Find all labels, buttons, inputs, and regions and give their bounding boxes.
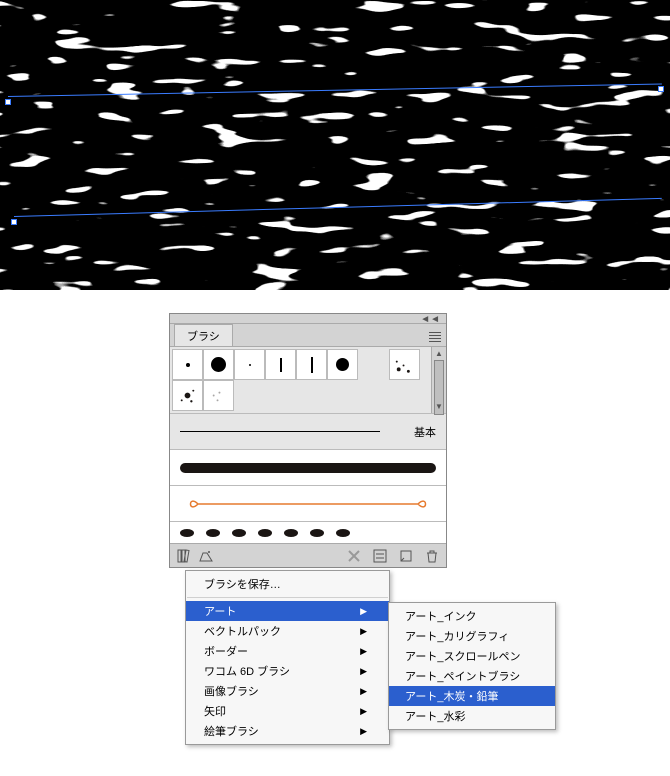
- menu-border-label: ボーダー: [204, 643, 248, 659]
- submenu-art-scrollpen-label: アート_スクロールペン: [405, 648, 520, 664]
- menu-vector-pack[interactable]: ベクトルパック ▶: [186, 621, 389, 641]
- basic-stroke-label: 基本: [414, 424, 436, 440]
- menu-wacom-6d[interactable]: ワコム 6D ブラシ ▶: [186, 661, 389, 681]
- submenu-arrow-icon: ▶: [360, 726, 367, 737]
- menu-save-brushes-label: ブラシを保存…: [204, 576, 281, 592]
- art-submenu: アート_インク アート_カリグラフィ アート_スクロールペン アート_ペイントブ…: [388, 602, 556, 730]
- menu-separator: [187, 597, 388, 598]
- panel-footer: [170, 543, 446, 567]
- menu-vector-pack-label: ベクトルパック: [204, 623, 281, 639]
- brush-library-menu: ブラシを保存… アート▶ ベクトルパック▶ ボーダー▶ ワコム 6D ブラシ▶ …: [185, 570, 390, 745]
- panel-tabs: ブラシ: [170, 324, 446, 346]
- ornament-stroke-icon: [180, 494, 436, 514]
- canvas[interactable]: [0, 0, 670, 290]
- library-menu-icon[interactable]: [198, 548, 214, 564]
- delete-brush-icon[interactable]: [424, 548, 440, 564]
- selection-handle-1a[interactable]: [5, 99, 11, 105]
- brush-libraries-icon[interactable]: [176, 548, 192, 564]
- submenu-art-charcoal-pencil[interactable]: アート_木炭・鉛筆: [389, 686, 555, 706]
- stroke-options-icon[interactable]: [372, 548, 388, 564]
- menu-art[interactable]: アート ▶: [186, 601, 389, 621]
- brush-swatch-dot-small[interactable]: [172, 349, 203, 380]
- stroke-dots[interactable]: [170, 521, 446, 543]
- stroke-ornament[interactable]: [170, 485, 446, 521]
- brush-swatches: [170, 347, 431, 413]
- submenu-art-watercolor-label: アート_水彩: [405, 708, 465, 724]
- panel-collapse-bar[interactable]: ◄◄: [170, 314, 446, 324]
- menu-arrow-label: 矢印: [204, 703, 226, 719]
- new-brush-icon[interactable]: [398, 548, 414, 564]
- submenu-art-paintbrush-label: アート_ペイントブラシ: [405, 668, 520, 684]
- brush-swatch-disc[interactable]: [327, 349, 358, 380]
- brush-swatch-splatter-1[interactable]: [389, 349, 420, 380]
- menu-save-brushes[interactable]: ブラシを保存…: [186, 574, 389, 594]
- submenu-art-calligraphy[interactable]: アート_カリグラフィ: [389, 626, 555, 646]
- selection-handle-2a[interactable]: [11, 219, 17, 225]
- brush-swatch-stroke-2[interactable]: [296, 349, 327, 380]
- tab-brushes[interactable]: ブラシ: [174, 324, 233, 346]
- selection-handle-1b[interactable]: [658, 86, 664, 92]
- submenu-arrow-icon: ▶: [360, 646, 367, 657]
- stroke-charcoal[interactable]: [170, 449, 446, 485]
- menu-paintbrush[interactable]: 絵筆ブラシ ▶: [186, 721, 389, 741]
- remove-stroke-icon[interactable]: [346, 548, 362, 564]
- submenu-art-ink[interactable]: アート_インク: [389, 606, 555, 626]
- scroll-up-icon[interactable]: ▲: [432, 347, 446, 360]
- menu-paintbrush-label: 絵筆ブラシ: [204, 723, 259, 739]
- brushes-panel: ◄◄ ブラシ ▲ ▼: [169, 313, 447, 568]
- menu-wacom-6d-label: ワコム 6D ブラシ: [204, 663, 290, 679]
- menu-image-brush[interactable]: 画像ブラシ ▶: [186, 681, 389, 701]
- submenu-arrow-icon: ▶: [360, 706, 367, 717]
- menu-arrow[interactable]: 矢印 ▶: [186, 701, 389, 721]
- submenu-art-paintbrush[interactable]: アート_ペイントブラシ: [389, 666, 555, 686]
- submenu-art-scrollpen[interactable]: アート_スクロールペン: [389, 646, 555, 666]
- stroke-basic[interactable]: 基本: [170, 413, 446, 449]
- scroll-down-icon[interactable]: ▼: [432, 400, 446, 413]
- menu-image-brush-label: 画像ブラシ: [204, 683, 259, 699]
- menu-border[interactable]: ボーダー ▶: [186, 641, 389, 661]
- panel-body: ▲ ▼ 基本: [170, 346, 446, 567]
- panel-scrollbar[interactable]: ▲ ▼: [431, 347, 446, 413]
- brush-swatch-dot-large[interactable]: [203, 349, 234, 380]
- submenu-art-watercolor[interactable]: アート_水彩: [389, 706, 555, 726]
- submenu-art-ink-label: アート_インク: [405, 608, 476, 624]
- submenu-art-charcoal-pencil-label: アート_木炭・鉛筆: [405, 688, 498, 704]
- brush-swatch-dot-tiny[interactable]: [234, 349, 265, 380]
- brush-swatch-stroke-1[interactable]: [265, 349, 296, 380]
- brush-swatch-splatter-2[interactable]: [172, 380, 203, 411]
- panel-flyout-menu-button[interactable]: [424, 328, 446, 346]
- submenu-arrow-icon: ▶: [360, 626, 367, 637]
- menu-art-label: アート: [204, 603, 236, 619]
- submenu-arrow-icon: ▶: [360, 606, 367, 617]
- submenu-arrow-icon: ▶: [360, 686, 367, 697]
- texture-graphic: [0, 0, 670, 290]
- submenu-art-calligraphy-label: アート_カリグラフィ: [405, 628, 509, 644]
- stroke-previews: 基本: [170, 413, 446, 543]
- brush-swatch-splatter-3[interactable]: [203, 380, 234, 411]
- submenu-arrow-icon: ▶: [360, 666, 367, 677]
